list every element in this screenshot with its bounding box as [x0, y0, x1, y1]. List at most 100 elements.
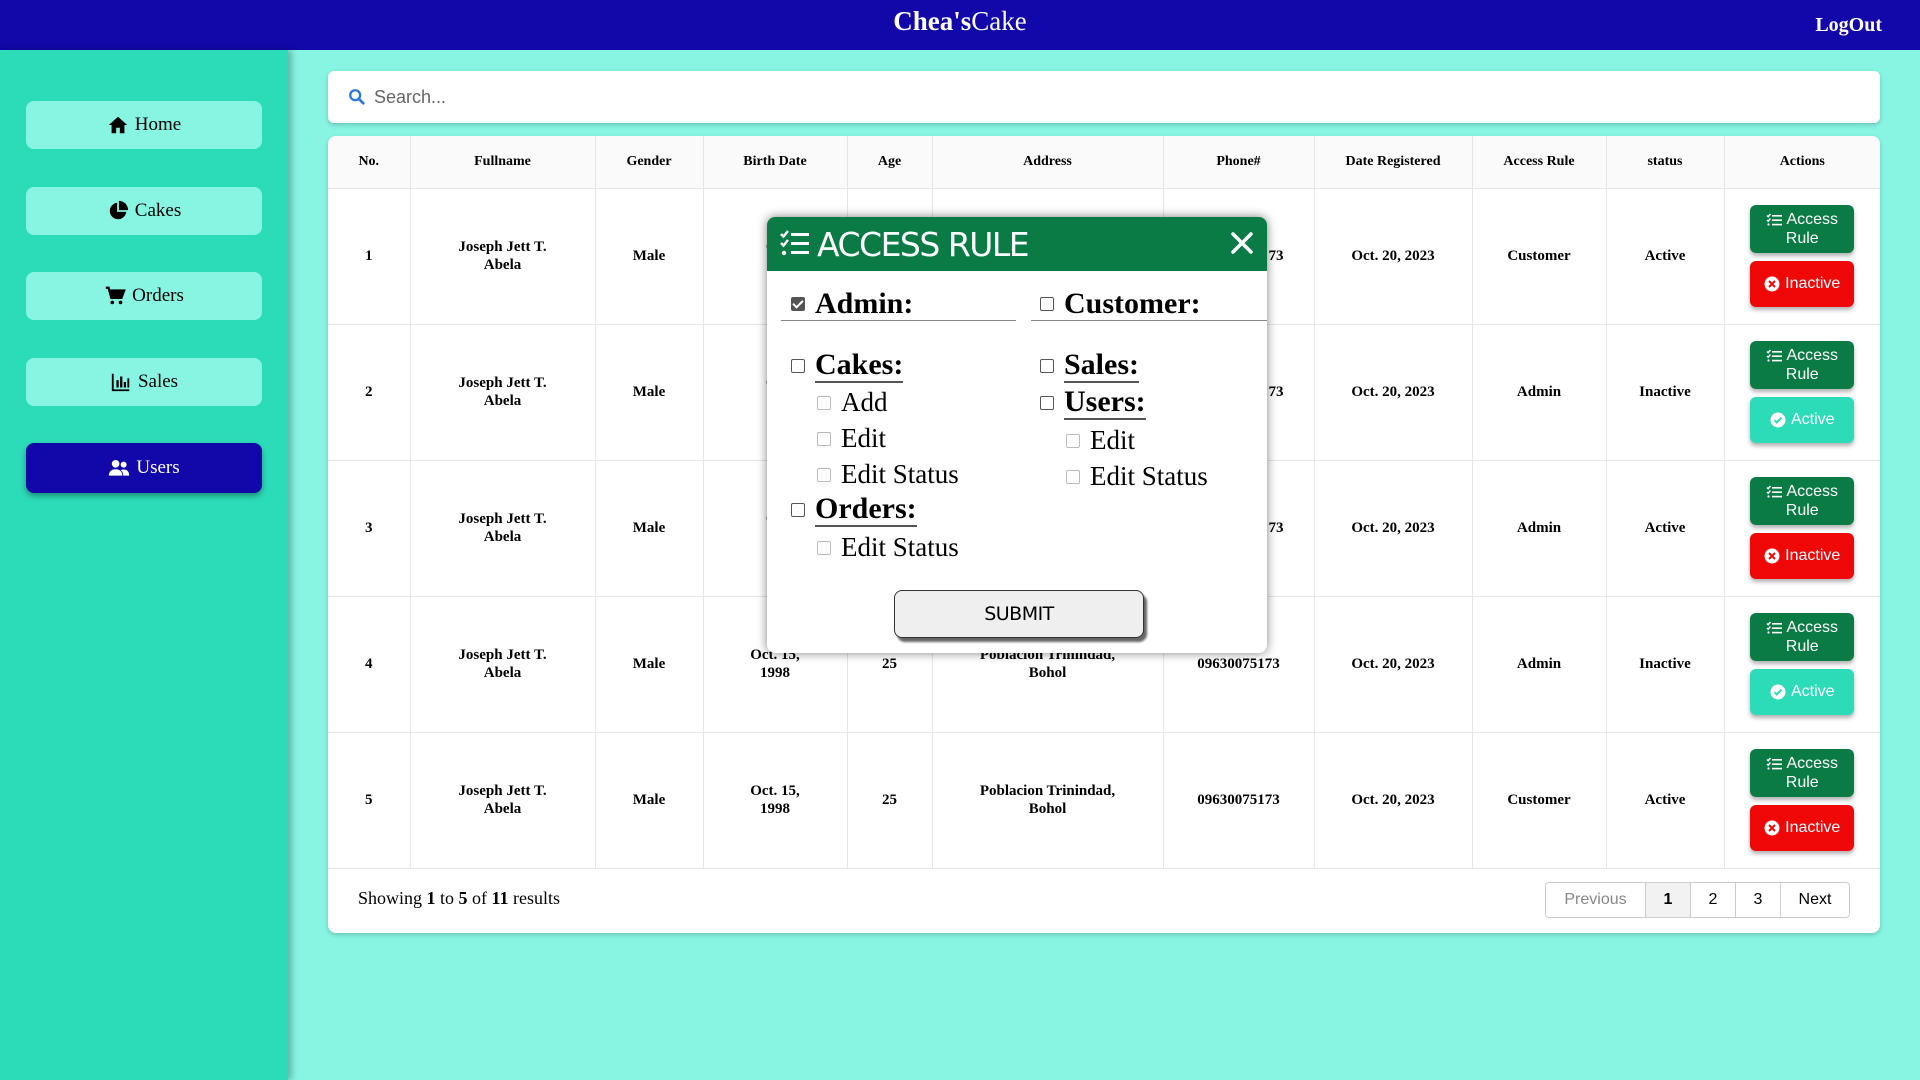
users-checkbox[interactable]: [1040, 396, 1054, 410]
sidebar-item-label: Home: [134, 114, 182, 135]
cell-no: 3: [328, 460, 411, 597]
option-label: Edit: [1090, 425, 1135, 455]
cakes-checkbox[interactable]: [791, 359, 805, 373]
customer-checkbox[interactable]: [1040, 297, 1054, 311]
column-header-date-registered: Date Registered: [1314, 136, 1473, 189]
sidebar: Home Cakes Orders Sales Users: [0, 50, 288, 1080]
bar-chart-icon: [111, 373, 130, 392]
cell-date-registered: Oct. 20, 2023: [1314, 596, 1473, 733]
orders-group: Orders:: [791, 493, 917, 527]
cell-actions: Access Rule Active: [1724, 324, 1880, 461]
toggle-status-button[interactable]: Active: [1750, 397, 1855, 443]
users-edit-status-option: Edit Status: [1066, 461, 1208, 492]
sales-group: Sales:: [1040, 349, 1139, 383]
cell-fullname: Joseph Jett T. Abela: [410, 324, 596, 461]
cell-phone: 09630075173: [1163, 732, 1315, 869]
cell-date-registered: Oct. 20, 2023: [1314, 732, 1473, 869]
checklist-icon: [1766, 621, 1783, 634]
toggle-status-button[interactable]: Active: [1750, 669, 1855, 715]
access-rule-button[interactable]: Access Rule: [1750, 341, 1855, 389]
cell-status: Active: [1606, 460, 1725, 597]
column-header-access-rule: Access Rule: [1472, 136, 1607, 189]
cakes-edit-status-option: Edit Status: [817, 459, 959, 490]
logout-link[interactable]: LogOut: [1815, 14, 1882, 37]
pagination: Previous 1 2 3 Next: [1545, 882, 1850, 918]
pie-chart-icon: [109, 200, 128, 220]
cell-no: 2: [328, 324, 411, 461]
cell-gender: Male: [595, 324, 704, 461]
cakes-label: Cakes:: [815, 348, 904, 383]
cart-icon: [105, 286, 126, 305]
check-circle-icon: [1770, 412, 1786, 428]
cell-birth-date: Oct. 15, 1998: [703, 732, 848, 869]
cell-actions: Access Rule Active: [1724, 596, 1880, 733]
search-input[interactable]: [374, 86, 1774, 108]
page-button-2[interactable]: 2: [1691, 883, 1736, 917]
cakes-edit-status-checkbox[interactable]: [817, 467, 831, 482]
x-circle-icon: [1764, 548, 1780, 564]
admin-checkbox[interactable]: [791, 297, 805, 311]
sidebar-item-cakes[interactable]: Cakes: [26, 187, 262, 235]
x-circle-icon: [1764, 276, 1780, 292]
users-edit-checkbox[interactable]: [1066, 433, 1080, 448]
check-circle-icon: [1770, 684, 1786, 700]
users-icon: [109, 459, 130, 476]
page-button-1[interactable]: 1: [1646, 883, 1691, 917]
sidebar-item-sales[interactable]: Sales: [26, 358, 262, 406]
cell-status: Inactive: [1606, 324, 1725, 461]
column-header-gender: Gender: [595, 136, 704, 189]
next-page-button[interactable]: Next: [1781, 883, 1849, 917]
access-rule-button[interactable]: Access Rule: [1750, 749, 1855, 797]
cell-gender: Male: [595, 596, 704, 733]
access-rule-button[interactable]: Access Rule: [1750, 205, 1855, 253]
cell-date-registered: Oct. 20, 2023: [1314, 460, 1473, 597]
users-group: Users:: [1040, 386, 1146, 420]
column-header-address: Address: [932, 136, 1164, 189]
sidebar-item-home[interactable]: Home: [26, 101, 262, 149]
close-icon[interactable]: [1229, 230, 1255, 256]
cell-access-rule: Customer: [1472, 188, 1607, 325]
scrollbar[interactable]: [1908, 50, 1920, 1080]
sidebar-item-label: Orders: [132, 285, 184, 306]
cell-access-rule: Admin: [1472, 460, 1607, 597]
sidebar-item-orders[interactable]: Orders: [26, 272, 262, 320]
users-edit-status-checkbox[interactable]: [1066, 469, 1080, 484]
results-summary: Showing 1 to 5 of 11 results: [358, 888, 561, 908]
cell-actions: Access Rule Inactive: [1724, 732, 1880, 869]
column-header-actions: Actions: [1724, 136, 1880, 189]
access-rule-button[interactable]: Access Rule: [1750, 613, 1855, 661]
orders-edit-status-option: Edit Status: [817, 532, 959, 563]
access-rule-button[interactable]: Access Rule: [1750, 477, 1855, 525]
cell-gender: Male: [595, 460, 704, 597]
toggle-status-button[interactable]: Inactive: [1750, 533, 1855, 579]
page-button-3[interactable]: 3: [1736, 883, 1781, 917]
cakes-add-option: Add: [817, 387, 888, 418]
orders-checkbox[interactable]: [791, 503, 805, 517]
toggle-status-button[interactable]: Inactive: [1750, 805, 1855, 851]
cell-age: 25: [847, 732, 933, 869]
divider: [781, 320, 1016, 321]
sales-checkbox[interactable]: [1040, 359, 1054, 373]
option-label: Edit Status: [841, 532, 959, 562]
customer-option: Customer:: [1040, 287, 1201, 321]
option-label: Edit: [841, 423, 886, 453]
sidebar-item-label: Cakes: [134, 200, 182, 221]
cell-status: Active: [1606, 732, 1725, 869]
access-rule-modal: ACCESS RULE Admin: Customer: Cakes: Add …: [767, 217, 1267, 653]
checklist-icon: [1766, 485, 1783, 498]
toggle-status-button[interactable]: Inactive: [1750, 261, 1855, 307]
cakes-add-checkbox[interactable]: [817, 395, 831, 410]
cakes-edit-checkbox[interactable]: [817, 431, 831, 446]
cell-no: 5: [328, 732, 411, 869]
cell-status: Inactive: [1606, 596, 1725, 733]
search-icon: [349, 89, 365, 105]
sales-label: Sales:: [1064, 348, 1139, 383]
submit-button[interactable]: SUBMIT: [894, 590, 1144, 638]
search-bar: [328, 71, 1880, 123]
orders-edit-status-checkbox[interactable]: [817, 540, 831, 555]
sidebar-item-users[interactable]: Users: [26, 443, 262, 493]
column-header-age: Age: [847, 136, 933, 189]
table-row: 5 Joseph Jett T. Abela Male Oct. 15, 1998 25 Po…: [328, 732, 1880, 869]
previous-page-button[interactable]: Previous: [1546, 883, 1646, 917]
customer-label: Customer:: [1064, 287, 1201, 320]
